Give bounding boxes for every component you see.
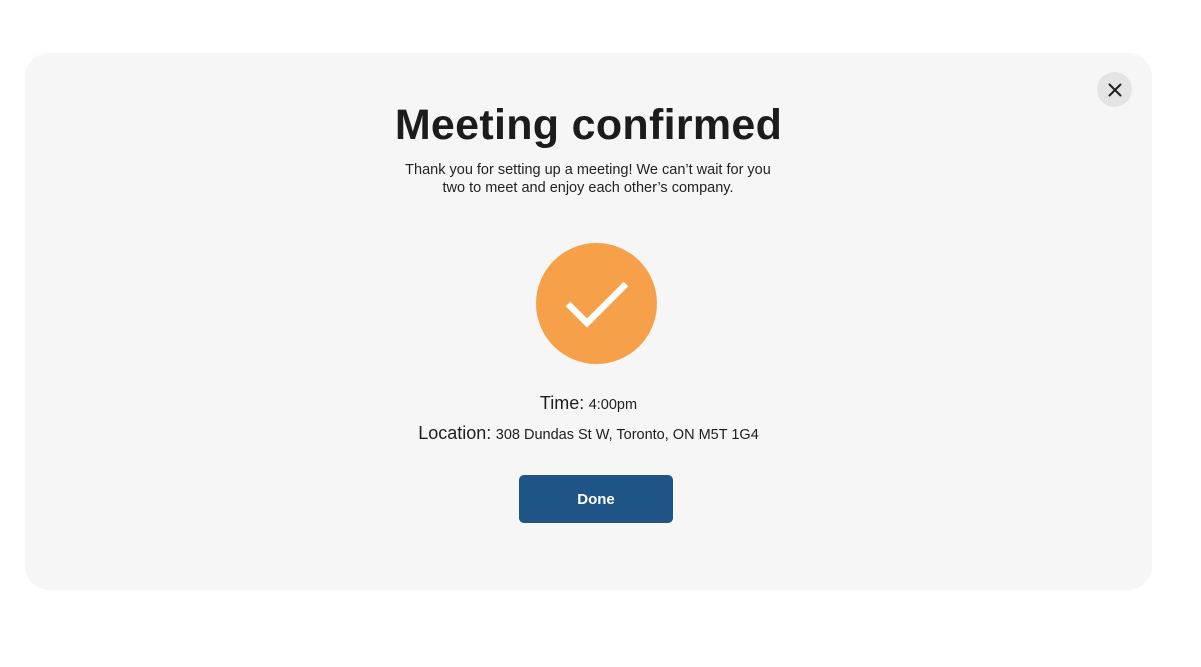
location-value: 308 Dundas St W, Toronto, ON M5T 1G4 — [495, 427, 759, 443]
modal-subtitle: Thank you for setting up a meeting! We c… — [405, 162, 771, 196]
time-label: Time: — [539, 393, 585, 413]
meeting-confirmed-modal: Meeting confirmed Thank you for setting … — [25, 53, 1152, 590]
close-icon — [1108, 83, 1121, 96]
done-button[interactable]: Done — [519, 475, 673, 523]
location-detail: Location: 308 Dundas St W, Toronto, ON M… — [25, 423, 1152, 444]
confirmation-badge — [536, 243, 657, 364]
time-detail: Time: 4:00pm — [25, 393, 1152, 414]
time-value: 4:00pm — [588, 397, 638, 413]
location-label: Location: — [418, 423, 492, 443]
modal-title: Meeting confirmed — [394, 101, 783, 149]
checkmark-icon — [565, 281, 628, 328]
